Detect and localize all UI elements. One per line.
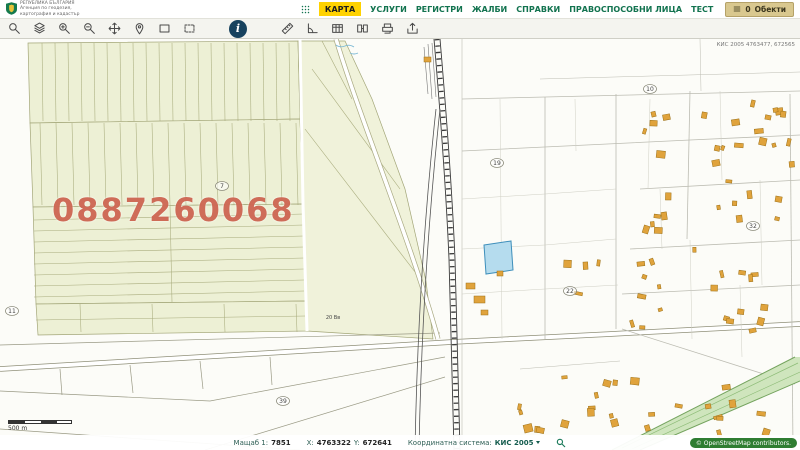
nav-tab-karta[interactable]: КАРТА	[319, 2, 361, 16]
measure-distance-tool[interactable]	[278, 20, 296, 38]
main-nav: КАРТА УСЛУГИ РЕГИСТРИ ЖАЛБИ СПРАВКИ ПРАВ…	[301, 2, 713, 16]
objects-count: 0	[745, 5, 750, 14]
search-tool[interactable]	[5, 20, 23, 38]
pan-tool[interactable]	[105, 20, 123, 38]
location-marker-tool[interactable]	[130, 20, 148, 38]
svg-text:39: 39	[279, 398, 287, 405]
x-label: X:	[307, 439, 314, 447]
apps-grid-icon[interactable]	[301, 5, 310, 14]
scale-value: 7851	[271, 439, 290, 447]
objects-list-icon	[733, 5, 741, 13]
svg-text:22: 22	[566, 288, 574, 295]
svg-text:20 Вв: 20 Вв	[326, 315, 340, 321]
measure-angle-tool[interactable]	[303, 20, 321, 38]
svg-text:7: 7	[220, 183, 224, 190]
crs-select[interactable]: КИС 2005	[495, 439, 541, 447]
corner-coordinates: КИС 2005 4763477, 672565	[717, 42, 795, 48]
scale-readout: Мащаб 1: 7851	[234, 439, 291, 447]
search-icon	[8, 22, 21, 35]
y-value: 672641	[363, 439, 392, 447]
svg-text:10: 10	[646, 86, 654, 93]
nav-tab-uslugi[interactable]: УСЛУГИ	[370, 5, 407, 14]
nav-tab-spravki[interactable]: СПРАВКИ	[516, 5, 560, 14]
map-canvas[interactable]: 7 19 10 32 22 39 11 20 Вв	[0, 39, 800, 450]
nav-tab-zhalbi[interactable]: ЖАЛБИ	[472, 5, 507, 14]
crs-label: Координатна система:	[408, 439, 492, 447]
layers-icon	[33, 22, 46, 35]
print-icon	[381, 22, 394, 35]
osm-attribution[interactable]: © OpenStreetMap contributors.	[690, 438, 797, 448]
zoom-in-icon	[58, 22, 71, 35]
pan-icon	[108, 22, 121, 35]
location-marker-icon	[133, 22, 146, 35]
svg-text:32: 32	[749, 223, 757, 230]
selected-parcel[interactable]	[484, 241, 513, 274]
coordinate-search-button[interactable]	[556, 438, 566, 448]
coordinates-readout: X: 4763322 Y: 672641	[307, 439, 392, 447]
statusbar: Мащаб 1: 7851 X: 4763322 Y: 672641 Коорд…	[0, 435, 800, 450]
objects-button[interactable]: 0 Обекти	[725, 2, 794, 17]
search-icon	[556, 438, 566, 448]
info-icon: i	[236, 23, 240, 34]
crs-group: Координатна система: КИС 2005	[408, 439, 541, 447]
layers-tool[interactable]	[30, 20, 48, 38]
select-extent-tool[interactable]	[180, 20, 198, 38]
agency-logo[interactable]: РЕПУБЛИКА БЪЛГАРИЯ Агенция по геодезия, …	[6, 1, 79, 17]
attribute-table-icon	[331, 22, 344, 35]
map-toolbar: i	[0, 18, 800, 39]
y-label: Y:	[354, 439, 360, 447]
select-rectangle-icon	[158, 22, 171, 35]
nav-tab-pravosposobni[interactable]: ПРАВОСПОСОБНИ ЛИЦА	[569, 5, 682, 14]
coat-of-arms-icon	[6, 2, 17, 15]
swipe-icon	[356, 22, 369, 35]
zoom-out-tool[interactable]	[80, 20, 98, 38]
osm-attribution-text: © OpenStreetMap contributors.	[696, 440, 791, 447]
crs-value: КИС 2005	[495, 439, 534, 447]
logo-text: РЕПУБЛИКА БЪЛГАРИЯ Агенция по геодезия, …	[20, 1, 79, 17]
swipe-tool[interactable]	[353, 20, 371, 38]
x-value: 4763322	[317, 439, 351, 447]
select-rectangle-tool[interactable]	[155, 20, 173, 38]
chevron-down-icon	[536, 441, 540, 444]
nav-tab-test[interactable]: ТЕСТ	[691, 5, 713, 14]
export-tool[interactable]	[403, 20, 421, 38]
scale-label: Мащаб 1:	[234, 439, 269, 447]
top-header: РЕПУБЛИКА БЪЛГАРИЯ Агенция по геодезия, …	[0, 0, 800, 18]
select-extent-icon	[183, 22, 196, 35]
svg-text:11: 11	[8, 308, 16, 315]
map-viewport[interactable]: 7 19 10 32 22 39 11 20 Вв 0887260068 КИС 2005 4…	[0, 39, 800, 450]
scalebar-label: 500 m	[8, 425, 72, 432]
zoom-in-tool[interactable]	[55, 20, 73, 38]
zoom-out-icon	[83, 22, 96, 35]
export-icon	[406, 22, 419, 35]
measure-distance-icon	[281, 22, 294, 35]
scalebar-ruler	[8, 420, 72, 424]
svg-text:19: 19	[493, 160, 501, 167]
watermark-phone: 0887260068	[52, 191, 295, 229]
info-tool[interactable]: i	[229, 20, 247, 38]
attribute-table-tool[interactable]	[328, 20, 346, 38]
measure-angle-icon	[306, 22, 319, 35]
scalebar: 500 m	[8, 420, 72, 432]
objects-label: Обекти	[755, 5, 786, 14]
print-tool[interactable]	[378, 20, 396, 38]
app-window: РЕПУБЛИКА БЪЛГАРИЯ Агенция по геодезия, …	[0, 0, 800, 450]
nav-tab-registri[interactable]: РЕГИСТРИ	[416, 5, 463, 14]
